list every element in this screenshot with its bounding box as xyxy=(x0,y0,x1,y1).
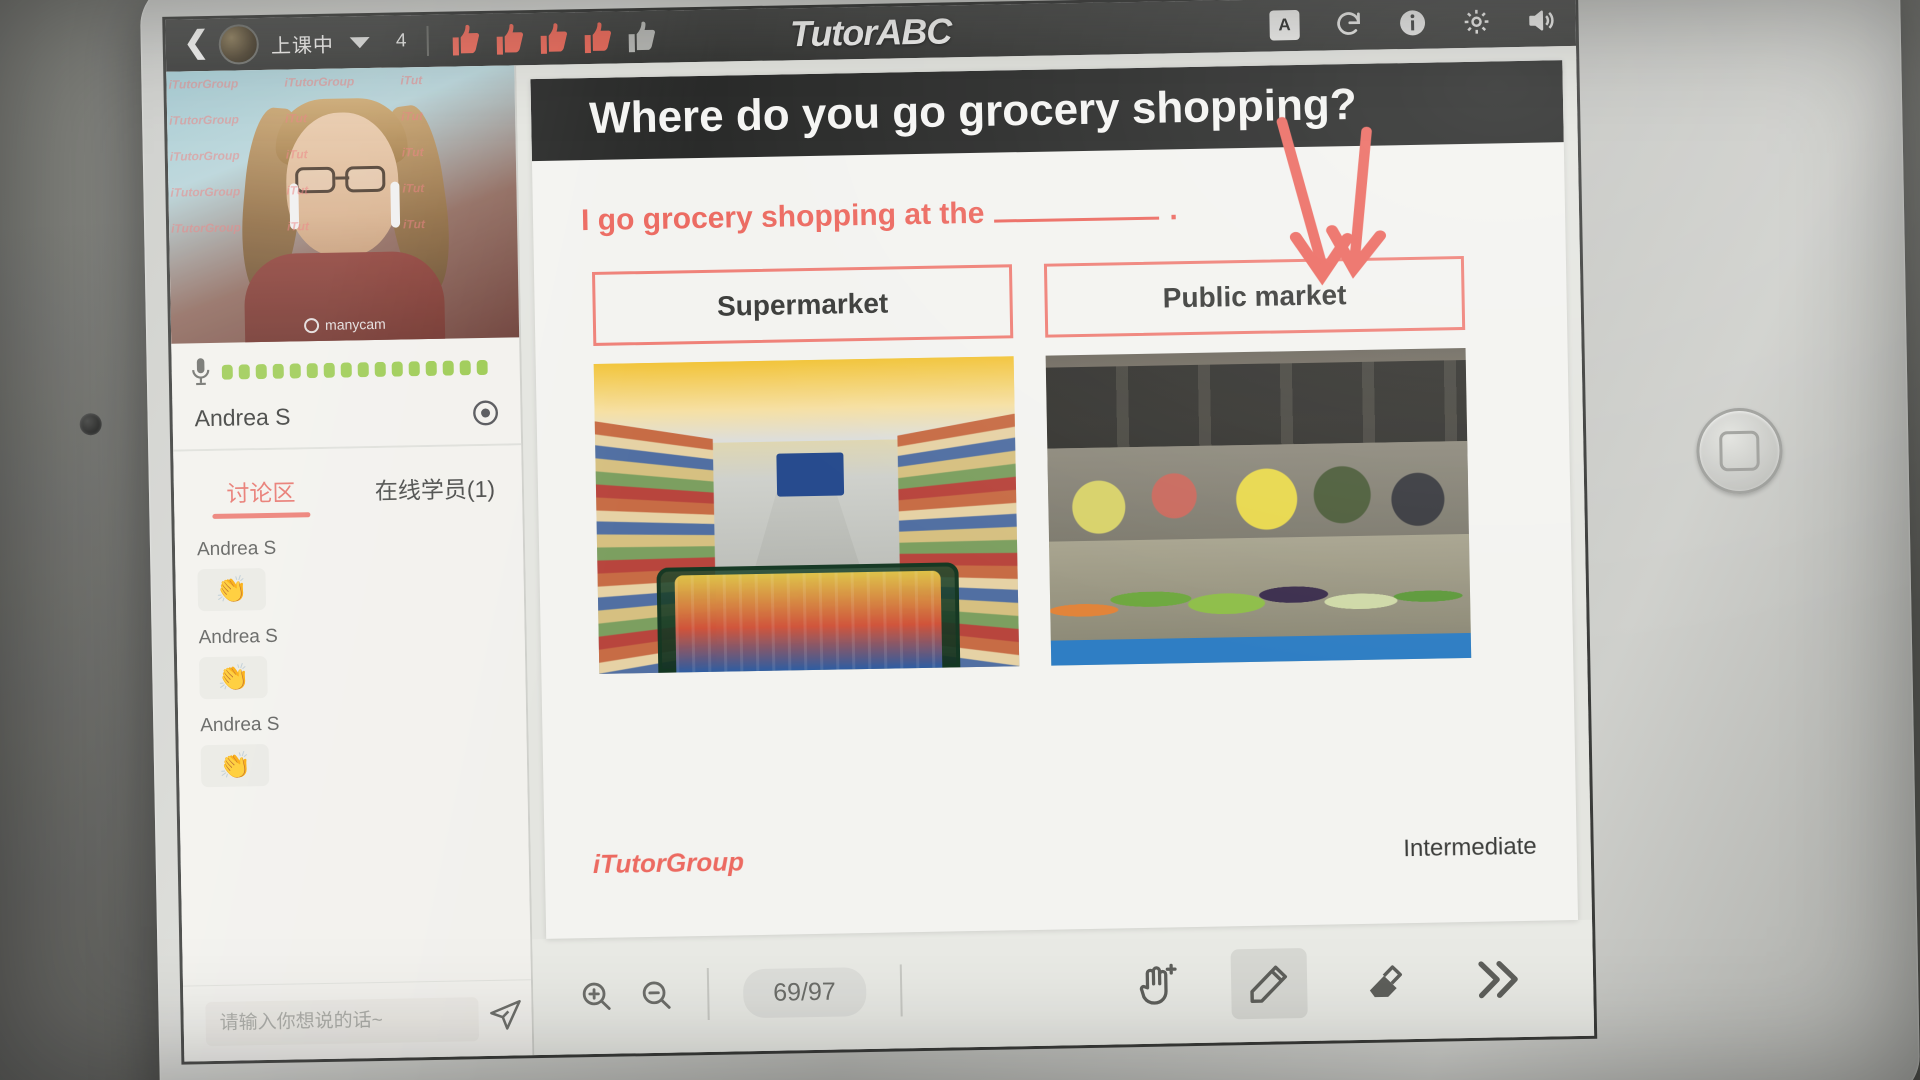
message-author: Andrea S xyxy=(198,625,279,649)
tablet-screen: ❮ 上课中 4 TutorABC A iTutorGroup iTutorGro… xyxy=(165,0,1595,1062)
level-bars xyxy=(221,359,488,380)
zoom-controls xyxy=(579,978,674,1014)
list-item: Andrea S 👏 xyxy=(175,527,525,621)
page-title: Where do you go grocery shopping? xyxy=(588,79,1358,144)
eraser-icon xyxy=(1369,965,1402,998)
chevron-down-icon[interactable] xyxy=(349,36,370,48)
tab-discussion[interactable]: 讨论区 xyxy=(173,460,348,519)
tablet-device: ❮ 上课中 4 TutorABC A iTutorGroup iTutorGro… xyxy=(79,0,1920,1080)
camera-toggle-icon xyxy=(473,400,498,426)
card-label: Public market xyxy=(1043,256,1466,338)
slide-toolbar: 69/97 xyxy=(532,919,1595,1056)
teacher-figure xyxy=(235,77,459,344)
public-market-stall-photo xyxy=(1045,347,1472,666)
camera-dot-icon xyxy=(303,317,320,333)
divider xyxy=(426,25,429,56)
divider xyxy=(899,964,903,1017)
list-item: Andrea S 👏 xyxy=(176,615,526,709)
volume-icon[interactable] xyxy=(1525,5,1556,36)
thumbs-up-icon[interactable] xyxy=(494,22,525,57)
sidebar: iTutorGroup iTutorGroup iTut iTutorGroup… xyxy=(166,65,535,1062)
double-chevron-right-icon xyxy=(1478,961,1518,999)
sidebar-tabs: 讨论区 在线学员(1) xyxy=(173,445,523,520)
page-indicator[interactable]: 69/97 xyxy=(742,966,867,1018)
message-bubble: 👏 xyxy=(197,568,267,612)
manycam-label: manycam xyxy=(324,315,386,333)
message-author: Andrea S xyxy=(196,537,277,561)
speaker-row: Andrea S xyxy=(172,391,522,452)
chat-message-list[interactable]: Andrea S 👏 Andrea S 👏 Andrea S 👏 xyxy=(174,513,531,986)
answer-blank[interactable] xyxy=(994,197,1160,223)
back-icon[interactable]: ❮ xyxy=(179,25,219,63)
zoom-out-icon[interactable] xyxy=(639,978,674,1013)
message-input[interactable] xyxy=(205,996,480,1046)
class-status-label: 上课中 xyxy=(270,34,335,58)
manycam-overlay: manycam xyxy=(303,315,386,333)
zoom-in-icon[interactable] xyxy=(579,979,614,1014)
rating-count: 4 xyxy=(395,30,407,52)
option-cards: Supermarket Public market xyxy=(533,220,1573,675)
mic-level-meter xyxy=(171,337,520,397)
send-icon xyxy=(490,999,521,1030)
tool-pen[interactable] xyxy=(1230,948,1308,1020)
slide-level-label: Intermediate xyxy=(1403,832,1537,863)
thumbs-up-icon[interactable] xyxy=(582,21,613,56)
thumbs-up-icon[interactable] xyxy=(626,20,657,55)
list-item: Andrea S 👏 xyxy=(178,703,528,797)
avatar[interactable] xyxy=(218,24,260,65)
card-label: Supermarket xyxy=(591,264,1014,346)
supermarket-aisle-photo xyxy=(593,356,1020,674)
thumbs-up-icon[interactable] xyxy=(538,21,569,56)
prompt-period: . xyxy=(1169,193,1178,227)
divider xyxy=(706,967,710,1020)
drawing-tools xyxy=(1117,943,1554,1021)
pencil-icon xyxy=(1250,965,1288,1003)
font-size-icon[interactable]: A xyxy=(1269,9,1300,41)
message-bubble: 👏 xyxy=(200,743,270,788)
message-author: Andrea S xyxy=(200,713,280,737)
tool-next[interactable] xyxy=(1458,944,1535,1015)
slide-title-bar: Where do you go grocery shopping? xyxy=(530,60,1564,162)
send-button[interactable] xyxy=(488,998,523,1038)
slide-footer-logo: iTutorGroup xyxy=(592,846,745,880)
teacher-video[interactable]: iTutorGroup iTutorGroup iTut iTutorGroup… xyxy=(166,65,520,344)
top-bar-actions: A xyxy=(1269,5,1562,41)
tool-eraser[interactable] xyxy=(1344,946,1421,1017)
card-public-market[interactable]: Public market xyxy=(1043,256,1472,666)
refresh-icon[interactable] xyxy=(1333,9,1364,40)
home-button[interactable] xyxy=(1695,407,1784,495)
rating-thumbs[interactable] xyxy=(450,20,657,58)
slide[interactable]: Where do you go grocery shopping? I go g… xyxy=(530,60,1579,939)
thumbs-up-icon[interactable] xyxy=(450,23,481,58)
info-icon[interactable] xyxy=(1397,8,1428,39)
tab-online-students[interactable]: 在线学员(1) xyxy=(347,457,522,516)
courseware-area: Where do you go grocery shopping? I go g… xyxy=(516,45,1595,1056)
app-body: iTutorGroup iTutorGroup iTut iTutorGroup… xyxy=(166,45,1595,1062)
settings-icon[interactable] xyxy=(1461,6,1492,37)
tablet-photo: ❮ 上课中 4 TutorABC A iTutorGroup iTutorGro… xyxy=(0,0,1920,1080)
tool-pointer[interactable] xyxy=(1117,950,1194,1021)
card-supermarket[interactable]: Supermarket xyxy=(591,264,1020,674)
message-bubble: 👏 xyxy=(198,655,269,700)
hand-pointer-icon xyxy=(1139,963,1177,1005)
speaker-name: Andrea S xyxy=(194,403,291,431)
microphone-icon xyxy=(192,358,210,386)
message-composer xyxy=(183,979,533,1062)
app-logo: TutorABC xyxy=(789,10,952,55)
